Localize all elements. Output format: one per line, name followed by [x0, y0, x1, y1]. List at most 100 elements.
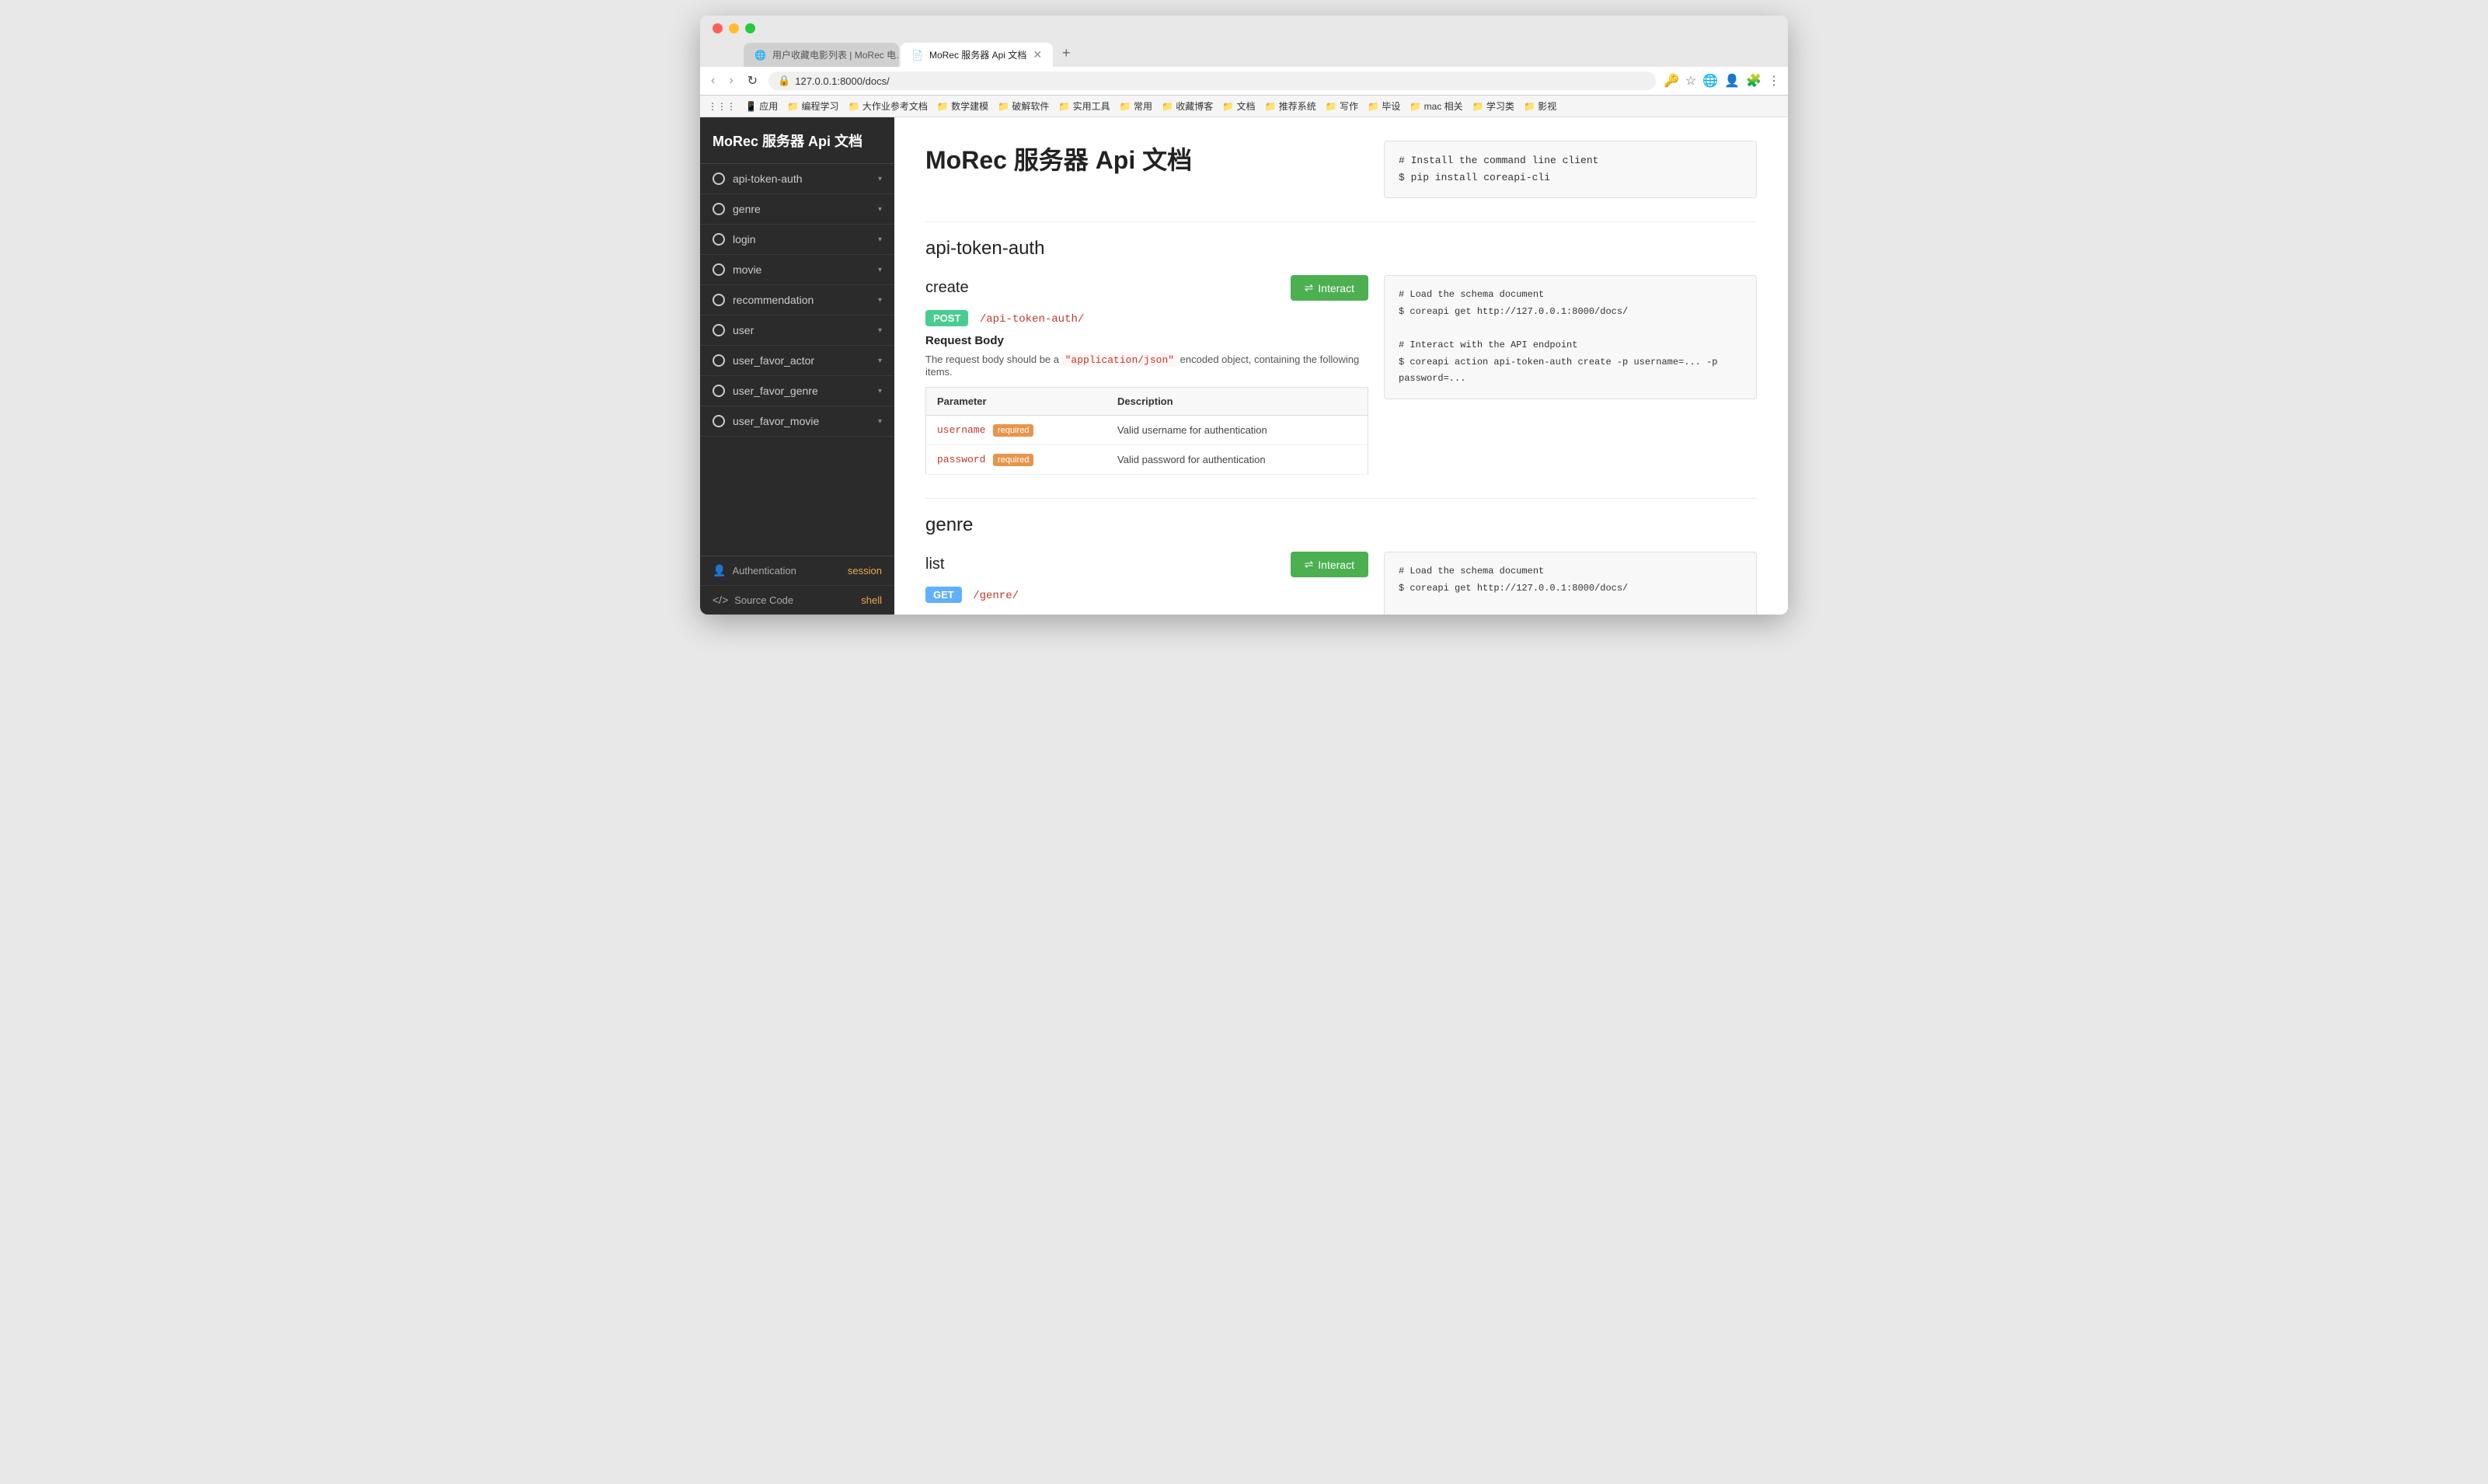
bookmark-grad[interactable]: 📁 毕设 — [1368, 99, 1400, 113]
sidebar-item-label-user: user — [733, 324, 754, 336]
bookmark-docs[interactable]: 📁 文档 — [1222, 99, 1255, 113]
col-header-parameter: Parameter — [926, 388, 1107, 416]
sidebar-footer-authentication[interactable]: 👤 Authentication session — [700, 556, 894, 586]
endpoint-list-left: list ⇌ Interact GET /genre/ — [925, 552, 1368, 611]
tab-2-label: MoRec 服务器 Api 文档 — [929, 48, 1026, 61]
tabs-row: 🌐 用户收藏电影列表 | MoRec 电… ✕ 📄 MoRec 服务器 Api … — [744, 40, 1775, 67]
chevron-icon-user: ▾ — [878, 326, 882, 335]
forward-button[interactable]: › — [726, 72, 736, 89]
bookmark-rec[interactable]: 📁 推荐系统 — [1265, 99, 1316, 113]
sidebar-item-user-favor-movie[interactable]: user_favor_movie ▾ — [700, 406, 894, 437]
star-icon[interactable]: ☆ — [1685, 73, 1696, 89]
sidebar-item-recommendation[interactable]: recommendation ▾ — [700, 285, 894, 315]
sidebar-item-label-user-favor-genre: user_favor_genre — [733, 385, 818, 397]
sidebar: MoRec 服务器 Api 文档 api-token-auth ▾ genre … — [700, 117, 894, 615]
required-badge-password: required — [993, 454, 1033, 466]
bookmark-math[interactable]: 📁 数学建模 — [937, 99, 988, 113]
bookmark-apps[interactable]: 📱 应用 — [745, 99, 778, 113]
bookmark-mac[interactable]: 📁 mac 相关 — [1410, 99, 1462, 113]
interact-icon-create: ⇌ — [1305, 281, 1314, 294]
code-icon: </> — [713, 594, 728, 606]
param-desc-password: Valid password for authentication — [1106, 445, 1368, 475]
method-badge-post: POST — [925, 310, 968, 326]
chevron-icon-recommendation: ▾ — [878, 296, 882, 305]
bookmark-write[interactable]: 📁 写作 — [1326, 99, 1358, 113]
sidebar-item-login[interactable]: login ▾ — [700, 225, 894, 255]
menu-icon[interactable]: ⋮ — [1768, 73, 1780, 89]
params-table-create: Parameter Description username required — [925, 387, 1368, 475]
sidebar-item-api-token-auth[interactable]: api-token-auth ▾ — [700, 164, 894, 194]
nav-icon-movie — [713, 263, 725, 276]
nav-icon-user-favor-genre — [713, 385, 725, 397]
sidebar-item-label-recommendation: recommendation — [733, 294, 814, 306]
endpoint-create-row: create ⇌ Interact POST /api-token-auth/ — [925, 275, 1757, 475]
tab-2-icon: 📄 — [911, 50, 923, 61]
tab-2[interactable]: 📄 MoRec 服务器 Api 文档 ✕ — [901, 43, 1053, 67]
nav-icon-genre — [713, 203, 725, 215]
interact-button-create[interactable]: ⇌ Interact — [1291, 275, 1368, 301]
endpoint-list-header: list ⇌ Interact — [925, 552, 1368, 577]
nav-icon-api-token-auth — [713, 172, 725, 185]
translate-icon[interactable]: 🌐 — [1702, 73, 1718, 89]
profile-icon[interactable]: 👤 — [1724, 73, 1740, 89]
endpoint-path-list: /genre/ — [973, 590, 1019, 602]
reload-button[interactable]: ↻ — [744, 71, 761, 90]
endpoint-list-row: list ⇌ Interact GET /genre/ — [925, 552, 1757, 615]
chevron-icon-user-favor-genre: ▾ — [878, 387, 882, 395]
install-code-block: # Install the command line client $ pip … — [1384, 141, 1757, 198]
interact-label-list: Interact — [1318, 559, 1354, 571]
param-name-username: username — [937, 424, 985, 436]
method-badge-get: GET — [925, 587, 962, 603]
close-button[interactable] — [713, 23, 723, 33]
table-row-username: username required Valid username for aut… — [926, 416, 1368, 445]
source-code-label: Source Code — [734, 594, 793, 606]
shell-link[interactable]: shell — [861, 594, 882, 606]
address-bar: ‹ › ↻ 🔒 127.0.0.1:8000/docs/ 🔑 ☆ 🌐 👤 🧩 ⋮ — [700, 67, 1788, 96]
back-button[interactable]: ‹ — [708, 72, 718, 89]
sidebar-item-user-favor-actor[interactable]: user_favor_actor ▾ — [700, 346, 894, 376]
extensions-icon[interactable]: 🧩 — [1746, 73, 1761, 89]
section-api-token-auth: api-token-auth create ⇌ Interact — [925, 221, 1757, 475]
maximize-button[interactable] — [745, 23, 755, 33]
toolbar-icons: 🔑 ☆ 🌐 👤 🧩 ⋮ — [1664, 73, 1780, 89]
lock-icon: 🔒 — [778, 75, 790, 87]
request-body-title: Request Body — [925, 334, 1368, 347]
minimize-button[interactable] — [729, 23, 739, 33]
bookmark-blog[interactable]: 📁 收藏博客 — [1162, 99, 1213, 113]
bookmark-study[interactable]: 📁 学习类 — [1472, 99, 1514, 113]
sidebar-item-genre[interactable]: genre ▾ — [700, 194, 894, 225]
sidebar-item-user-favor-genre[interactable]: user_favor_genre ▾ — [700, 376, 894, 406]
bookmark-crack[interactable]: 📁 破解软件 — [998, 99, 1049, 113]
bookmark-common[interactable]: 📁 常用 — [1120, 99, 1152, 113]
sidebar-item-user[interactable]: user ▾ — [700, 315, 894, 346]
section-title-genre: genre — [925, 498, 1757, 536]
bookmark-tools[interactable]: 📁 实用工具 — [1058, 99, 1110, 113]
chevron-icon-movie: ▾ — [878, 266, 882, 274]
key-icon[interactable]: 🔑 — [1664, 73, 1679, 89]
bookmark-coding[interactable]: 📁 编程学习 — [787, 99, 838, 113]
endpoint-path-create: /api-token-auth/ — [980, 313, 1084, 326]
window-controls — [713, 23, 1775, 33]
apps-icon[interactable]: ⋮⋮⋮ — [708, 101, 736, 112]
tab-2-close[interactable]: ✕ — [1033, 48, 1042, 61]
chevron-icon-genre: ▾ — [878, 205, 882, 214]
sidebar-item-movie[interactable]: movie ▾ — [700, 255, 894, 285]
sidebar-footer-source-code[interactable]: </> Source Code shell — [700, 586, 894, 615]
endpoint-create-left: create ⇌ Interact POST /api-token-auth/ — [925, 275, 1368, 475]
session-link[interactable]: session — [848, 565, 882, 577]
code-block-list: # Load the schema document $ coreapi get… — [1384, 552, 1757, 615]
endpoint-create-header: create ⇌ Interact — [925, 275, 1368, 301]
interact-button-list[interactable]: ⇌ Interact — [1291, 552, 1368, 577]
endpoint-list-right: # Load the schema document $ coreapi get… — [1384, 552, 1757, 615]
endpoint-create: create ⇌ Interact POST /api-token-auth/ — [925, 275, 1757, 475]
new-tab-button[interactable]: + — [1054, 40, 1078, 67]
sidebar-item-label-genre: genre — [733, 203, 761, 215]
tab-1[interactable]: 🌐 用户收藏电影列表 | MoRec 电… ✕ — [744, 43, 899, 67]
nav-icon-recommendation — [713, 294, 725, 306]
chevron-icon-user-favor-movie: ▾ — [878, 417, 882, 426]
bookmark-film[interactable]: 📁 影视 — [1524, 99, 1556, 113]
main-content: MoRec 服务器 Api 文档 # Install the command l… — [894, 117, 1788, 615]
sidebar-item-label-movie: movie — [733, 263, 761, 276]
url-bar[interactable]: 🔒 127.0.0.1:8000/docs/ — [768, 71, 1656, 90]
bookmark-ref[interactable]: 📁 大作业参考文档 — [848, 99, 928, 113]
